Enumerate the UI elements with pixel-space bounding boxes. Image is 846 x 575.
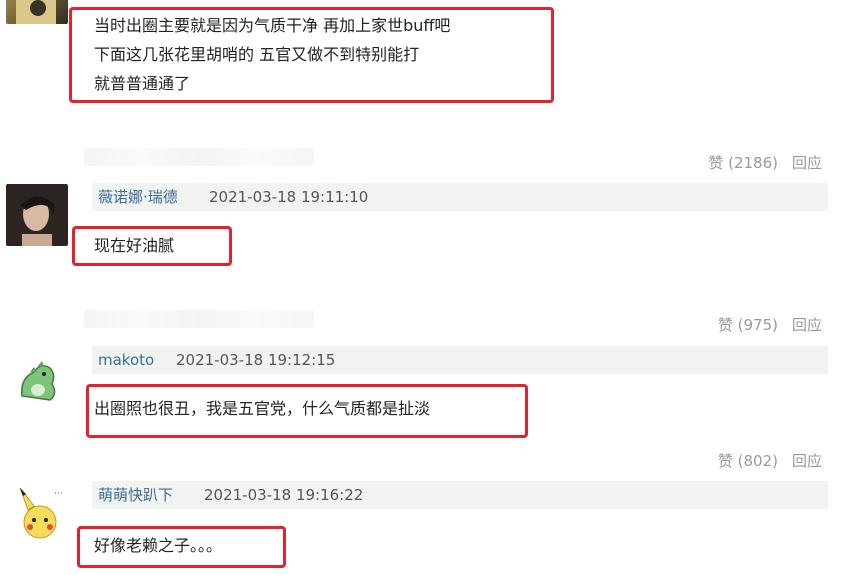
dinosaur-avatar-icon	[21, 361, 56, 401]
comment-meta-bar: makoto 2021-03-18 19:12:15	[92, 346, 828, 374]
username-link[interactable]: makoto	[98, 346, 154, 374]
comment-text-line: 下面这几张花里胡哨的 五官又做不到特别能打	[94, 45, 420, 64]
comment-meta-bar: 萌萌快趴下 2021-03-18 19:16:22	[92, 481, 828, 509]
like-button[interactable]: 赞 (2186)	[708, 154, 778, 172]
avatar[interactable]	[10, 350, 72, 412]
avatar-portrait-icon	[6, 184, 68, 246]
reply-button[interactable]: 回应	[792, 316, 822, 334]
comment-actions: 赞 (2186) 回应	[694, 152, 822, 173]
avatar[interactable]: ···	[10, 482, 72, 544]
comment-meta-bar: 薇诺娜·瑞德 2021-03-18 19:11:10	[92, 183, 828, 211]
avatar[interactable]	[6, 0, 68, 24]
avatar-image-icon	[16, 0, 56, 24]
timestamp: 2021-03-18 19:11:10	[209, 188, 369, 206]
avatar[interactable]	[6, 184, 68, 246]
reply-button[interactable]: 回应	[792, 452, 822, 470]
blurred-text	[84, 310, 314, 328]
comment-text: 现在好油腻	[94, 236, 175, 255]
username-link[interactable]: 薇诺娜·瑞德	[98, 183, 178, 211]
like-button[interactable]: 赞 (975)	[718, 316, 778, 334]
svg-text:···: ···	[54, 489, 63, 499]
like-button[interactable]: 赞 (802)	[718, 452, 778, 470]
username-link[interactable]: 萌萌快趴下	[98, 481, 173, 509]
comment-text: 出圈照也很丑，我是五官党，什么气质都是扯淡	[94, 399, 431, 418]
comment-actions: 赞 (975) 回应	[704, 314, 822, 335]
timestamp: 2021-03-18 19:16:22	[204, 486, 364, 504]
blurred-text	[84, 148, 314, 166]
comment-text-line: 就普普通通了	[94, 74, 191, 93]
comment-text-line: 当时出圈主要就是因为气质干净 再加上家世buff吧	[94, 16, 451, 35]
reply-button[interactable]: 回应	[792, 154, 822, 172]
pikachu-avatar-icon: ···	[19, 487, 63, 539]
comment-text: 好像老赖之子。。。	[94, 536, 223, 555]
comment-actions: 赞 (802) 回应	[704, 450, 822, 471]
timestamp: 2021-03-18 19:12:15	[176, 351, 336, 369]
